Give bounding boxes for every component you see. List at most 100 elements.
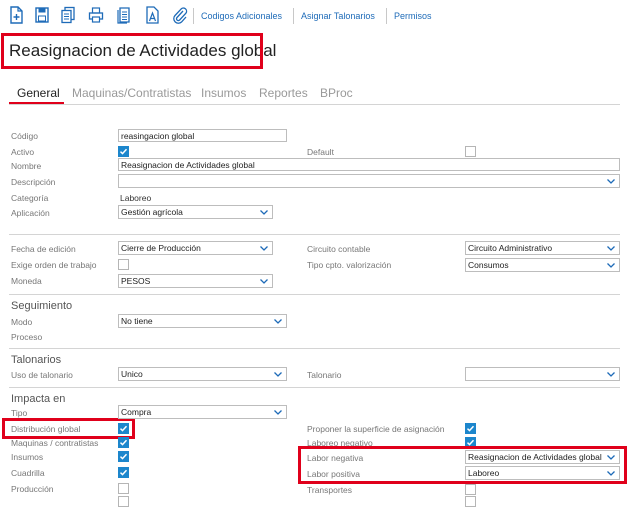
modo-select[interactable]: No tiene (118, 314, 287, 328)
moneda-value: PESOS (121, 276, 151, 286)
categoria-value: Laboreo (120, 193, 152, 203)
transportes-label: Transportes (307, 485, 353, 495)
tipo-value: Compra (121, 407, 152, 417)
chevron-down-icon (606, 452, 616, 462)
proponer-superficie-label: Proponer la superficie de asignación (307, 424, 445, 434)
fecha-edicion-label: Fecha de edición (11, 244, 76, 254)
toolbar-separator (293, 8, 294, 24)
descripcion-field[interactable] (118, 174, 620, 188)
tab-bproc[interactable]: BProc (320, 86, 353, 100)
transportes-checkbox[interactable] (465, 484, 476, 495)
new-document-icon[interactable] (8, 6, 24, 24)
descripcion-label: Descripción (11, 177, 56, 187)
maquinas-contratistas-checkbox[interactable] (118, 437, 129, 448)
produccion-label: Producción (11, 484, 54, 494)
codigo-field[interactable]: reasingacion global (118, 129, 287, 142)
nombre-label: Nombre (11, 161, 42, 171)
section-divider (9, 348, 620, 349)
additional-right-checkbox[interactable] (465, 496, 476, 507)
toolbar-separator (193, 8, 194, 24)
additional-checkbox[interactable] (118, 496, 129, 507)
produccion-checkbox[interactable] (118, 483, 129, 494)
chevron-down-icon (606, 468, 616, 478)
chevron-down-icon (273, 316, 283, 326)
tipo-cpto-label: Tipo cpto. valorización (307, 260, 392, 270)
tab-general[interactable]: General (17, 86, 60, 100)
chevron-down-icon (273, 369, 283, 379)
insumos-checkbox[interactable] (118, 451, 129, 462)
activo-label: Activo (11, 147, 35, 157)
chevron-down-icon (606, 176, 616, 186)
print-icon[interactable] (88, 6, 104, 24)
modo-value: No tiene (121, 316, 153, 326)
maquinas-contratistas-label: Maquinas / contratistas (11, 438, 99, 448)
section-divider (9, 387, 620, 388)
tipo-cpto-select[interactable]: Consumos (465, 258, 620, 272)
labor-negativa-select[interactable]: Reasignacion de Actividades global (465, 450, 620, 464)
exige-orden-checkbox[interactable] (118, 259, 129, 270)
aplicacion-label: Aplicación (11, 208, 50, 218)
uso-talonario-select[interactable]: Unico (118, 367, 287, 381)
fecha-edicion-select[interactable]: Cierre de Producción (118, 241, 273, 255)
aplicacion-value: Gestión agrícola (121, 207, 183, 217)
chevron-down-icon (606, 260, 616, 270)
circuito-contable-value: Circuito Administrativo (468, 243, 553, 253)
proceso-label: Proceso (11, 332, 43, 342)
toolbar-separator (386, 8, 387, 24)
cuadrilla-label: Cuadrilla (11, 468, 45, 478)
impacta-header: Impacta en (11, 393, 66, 405)
tipo-label: Tipo (11, 408, 28, 418)
uso-talonario-value: Unico (121, 369, 143, 379)
report-icon[interactable] (116, 6, 132, 24)
default-label: Default (307, 147, 334, 157)
activo-checkbox[interactable] (118, 146, 129, 157)
check-icon (119, 439, 128, 446)
default-checkbox[interactable] (465, 146, 476, 157)
check-icon (119, 453, 128, 460)
labor-negativa-value: Reasignacion de Actividades global (468, 452, 602, 462)
chevron-down-icon (273, 407, 283, 417)
labor-positiva-label: Labor positiva (307, 469, 360, 479)
circuito-contable-label: Circuito contable (307, 244, 371, 254)
copy-icon[interactable] (60, 6, 76, 24)
chevron-down-icon (606, 243, 616, 253)
labor-positiva-select[interactable]: Laboreo (465, 466, 620, 480)
seguimiento-header: Seguimiento (11, 300, 73, 312)
aplicacion-select[interactable]: Gestión agrícola (118, 205, 273, 219)
chevron-down-icon (259, 207, 269, 217)
tab-reportes[interactable]: Reportes (259, 86, 308, 100)
tabs-divider (9, 104, 620, 105)
codigos-adicionales-link[interactable]: Codigos Adicionales (201, 11, 282, 21)
uso-talonario-label: Uso de talonario (11, 370, 73, 380)
section-divider (9, 294, 620, 295)
text-icon[interactable] (144, 6, 160, 24)
asignar-talonarios-link[interactable]: Asignar Talonarios (301, 11, 375, 21)
talonario-select[interactable] (465, 367, 620, 381)
section-divider (9, 234, 620, 235)
labor-positiva-value: Laboreo (468, 468, 500, 478)
proponer-superficie-checkbox[interactable] (465, 423, 476, 434)
distribucion-global-label: Distribución global (11, 424, 81, 434)
cuadrilla-checkbox[interactable] (118, 467, 129, 478)
check-icon (119, 148, 128, 155)
distribucion-global-checkbox[interactable] (118, 423, 129, 434)
exige-orden-label: Exige orden de trabajo (11, 260, 97, 270)
tab-insumos[interactable]: Insumos (201, 86, 246, 100)
chevron-down-icon (259, 276, 269, 286)
codigo-label: Código (11, 131, 38, 141)
categoria-label: Categoría (11, 193, 49, 203)
check-icon (119, 469, 128, 476)
tipo-cpto-value: Consumos (468, 260, 509, 270)
tipo-select[interactable]: Compra (118, 405, 287, 419)
circuito-contable-select[interactable]: Circuito Administrativo (465, 241, 620, 255)
nombre-field[interactable]: Reasignacion de Actividades global (118, 158, 620, 171)
moneda-select[interactable]: PESOS (118, 274, 273, 288)
labor-negativa-label: Labor negativa (307, 453, 364, 463)
save-icon[interactable] (34, 6, 50, 24)
permisos-link[interactable]: Permisos (394, 11, 432, 21)
attachment-icon[interactable] (172, 6, 188, 24)
talonario-label: Talonario (307, 370, 342, 380)
check-icon (119, 425, 128, 432)
tab-maquinas-contratistas[interactable]: Maquinas/Contratistas (72, 86, 191, 100)
chevron-down-icon (259, 243, 269, 253)
